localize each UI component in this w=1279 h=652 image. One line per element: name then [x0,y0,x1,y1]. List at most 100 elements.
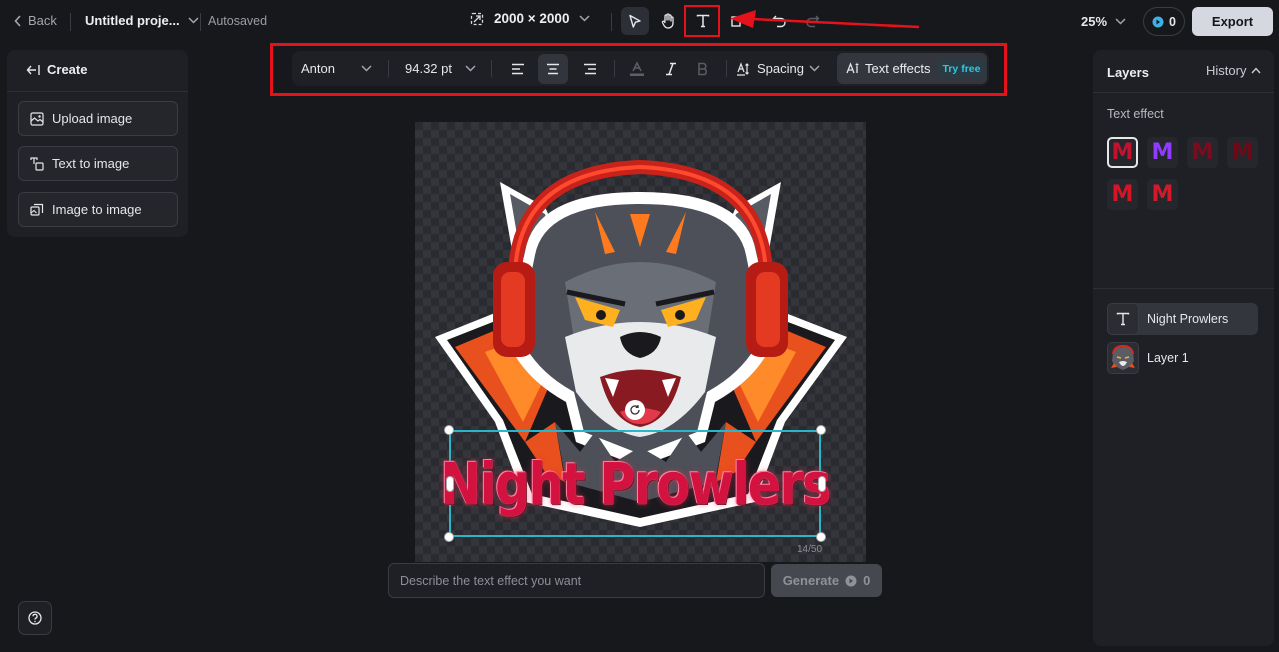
tab-history[interactable]: History [1206,63,1261,78]
text-to-image-button[interactable]: Text to image [18,146,178,181]
generate-cost: 0 [863,573,871,588]
text-effect-swatch-5[interactable]: M [1107,179,1138,210]
credits-count: 0 [1169,14,1176,29]
back-button[interactable]: Back [14,13,57,28]
swatch-letter: M [1111,182,1134,207]
resize-handle-top-left[interactable] [444,425,454,435]
rotate-handle[interactable] [625,400,645,420]
try-free-badge: Try free [937,59,986,78]
layer-item-image[interactable]: Layer 1 [1107,342,1258,374]
text-effect-swatch-1[interactable]: M [1107,137,1138,168]
credits-button[interactable]: 0 [1143,7,1185,36]
divider [7,91,188,92]
resize-handle-right[interactable] [818,476,826,492]
generate-label: Generate [782,573,840,588]
arrow-annotation [730,10,920,29]
layers-panel: Layers History Text effect M M M M M M N… [1093,50,1274,646]
divider [1093,288,1274,289]
create-panel-collapse[interactable]: Create [26,62,87,77]
text-effects-button[interactable]: Text effects Try free [837,53,987,84]
text-effect-label: Text effect [1107,107,1164,121]
hand-tool-button[interactable] [654,7,682,35]
zoom-menu[interactable]: 25% [1081,14,1126,29]
resize-handle-bottom-left[interactable] [444,532,454,542]
text-to-image-label: Text to image [52,156,130,171]
text-effect-swatch-2[interactable]: M [1147,137,1178,168]
top-bar: Back Untitled proje... Autosaved 2000 × … [0,0,1279,43]
layer-thumbnail [1107,342,1139,374]
chevron-down-icon [465,65,476,72]
divider [1093,92,1274,93]
layer-name: Layer 1 [1147,351,1189,365]
swatch-letter: M [1191,140,1214,165]
font-size-value: 94.32 pt [405,61,452,76]
text-effect-swatch-4[interactable]: M [1227,137,1258,168]
layer-item-text[interactable]: Night Prowlers [1107,303,1258,335]
canvas-size-menu[interactable]: 2000 × 2000 [470,11,590,26]
divider [614,60,615,77]
highlight-box [684,5,720,37]
generate-button[interactable]: Generate 0 [771,564,882,597]
canvas-size-value: 2000 × 2000 [494,11,570,26]
align-right-button[interactable] [575,54,605,84]
autosave-status: Autosaved [208,14,268,28]
text-icon [1116,312,1130,326]
italic-icon [666,62,676,76]
tab-history-label: History [1206,63,1247,78]
text-effect-swatch-3[interactable]: M [1187,137,1218,168]
upload-image-label: Upload image [52,111,133,126]
image-to-image-label: Image to image [52,202,142,217]
italic-button[interactable] [656,54,686,84]
font-family-select[interactable]: Anton [292,51,382,86]
align-right-icon [584,63,596,75]
credit-coin-icon [1152,16,1164,27]
project-name: Untitled proje... [85,13,180,28]
divider [200,13,201,31]
upload-image-button[interactable]: Upload image [18,101,178,136]
text-color-button[interactable] [622,54,652,84]
chevron-up-icon [1251,67,1261,74]
chevron-down-icon [361,65,372,72]
resize-handle-bottom-right[interactable] [816,532,826,542]
help-icon [28,611,42,625]
spacing-icon [737,61,749,76]
font-family-value: Anton [301,61,335,76]
collapse-left-icon [26,64,40,75]
swatch-letter: M [1151,182,1174,207]
align-center-icon [547,63,559,75]
cursor-icon [629,14,641,28]
select-tool-button[interactable] [621,7,649,35]
image-to-image-button[interactable]: Image to image [18,192,178,227]
spacing-menu[interactable]: Spacing [736,51,820,86]
divider [70,13,71,31]
swatch-letter: M [1231,140,1254,165]
align-center-button[interactable] [538,54,568,84]
text-effect-prompt-input[interactable] [388,563,765,598]
divider [388,60,389,77]
ai-text-icon [846,62,859,74]
font-size-select[interactable]: 94.32 pt [392,51,484,86]
align-left-icon [512,63,524,75]
back-label: Back [28,13,57,28]
divider [491,60,492,77]
chevron-down-icon [188,17,199,24]
align-left-button[interactable] [503,54,533,84]
layer-name: Night Prowlers [1147,312,1229,326]
wolf-thumbnail-icon [1111,344,1135,370]
chevron-down-icon [1115,18,1126,25]
text-to-image-icon [30,156,44,171]
upload-image-icon [30,111,44,126]
text-effect-swatch-6[interactable]: M [1147,179,1178,210]
resize-handle-left[interactable] [446,476,454,492]
image-to-image-icon [30,203,44,216]
character-count: 14/50 [797,544,823,555]
resize-handle-top-right[interactable] [816,425,826,435]
help-button[interactable] [18,601,52,635]
tab-layers[interactable]: Layers [1107,65,1149,80]
swatch-letter: M [1111,140,1134,165]
text-toolbar: Anton 94.32 pt Spacing Text effects Try … [292,51,989,86]
canvas-text-layer[interactable]: Night Prowlers [440,427,831,540]
export-button[interactable]: Export [1192,7,1273,36]
project-name-menu[interactable]: Untitled proje... [85,13,199,28]
bold-button[interactable] [688,54,718,84]
